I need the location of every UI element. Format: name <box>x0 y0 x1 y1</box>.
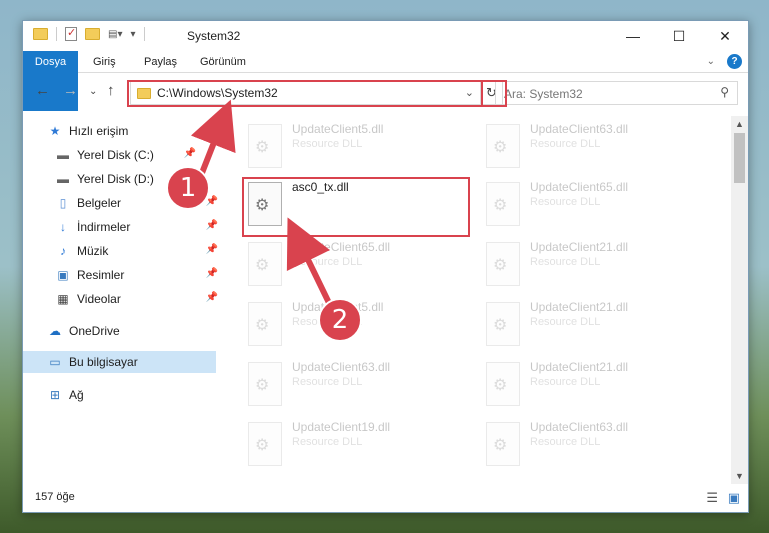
callout-1: 1 <box>166 166 210 210</box>
arrow-2 <box>286 217 333 307</box>
callout-2: 2 <box>318 298 362 342</box>
annotation-arrows <box>190 99 335 307</box>
arrow-1 <box>190 99 236 180</box>
